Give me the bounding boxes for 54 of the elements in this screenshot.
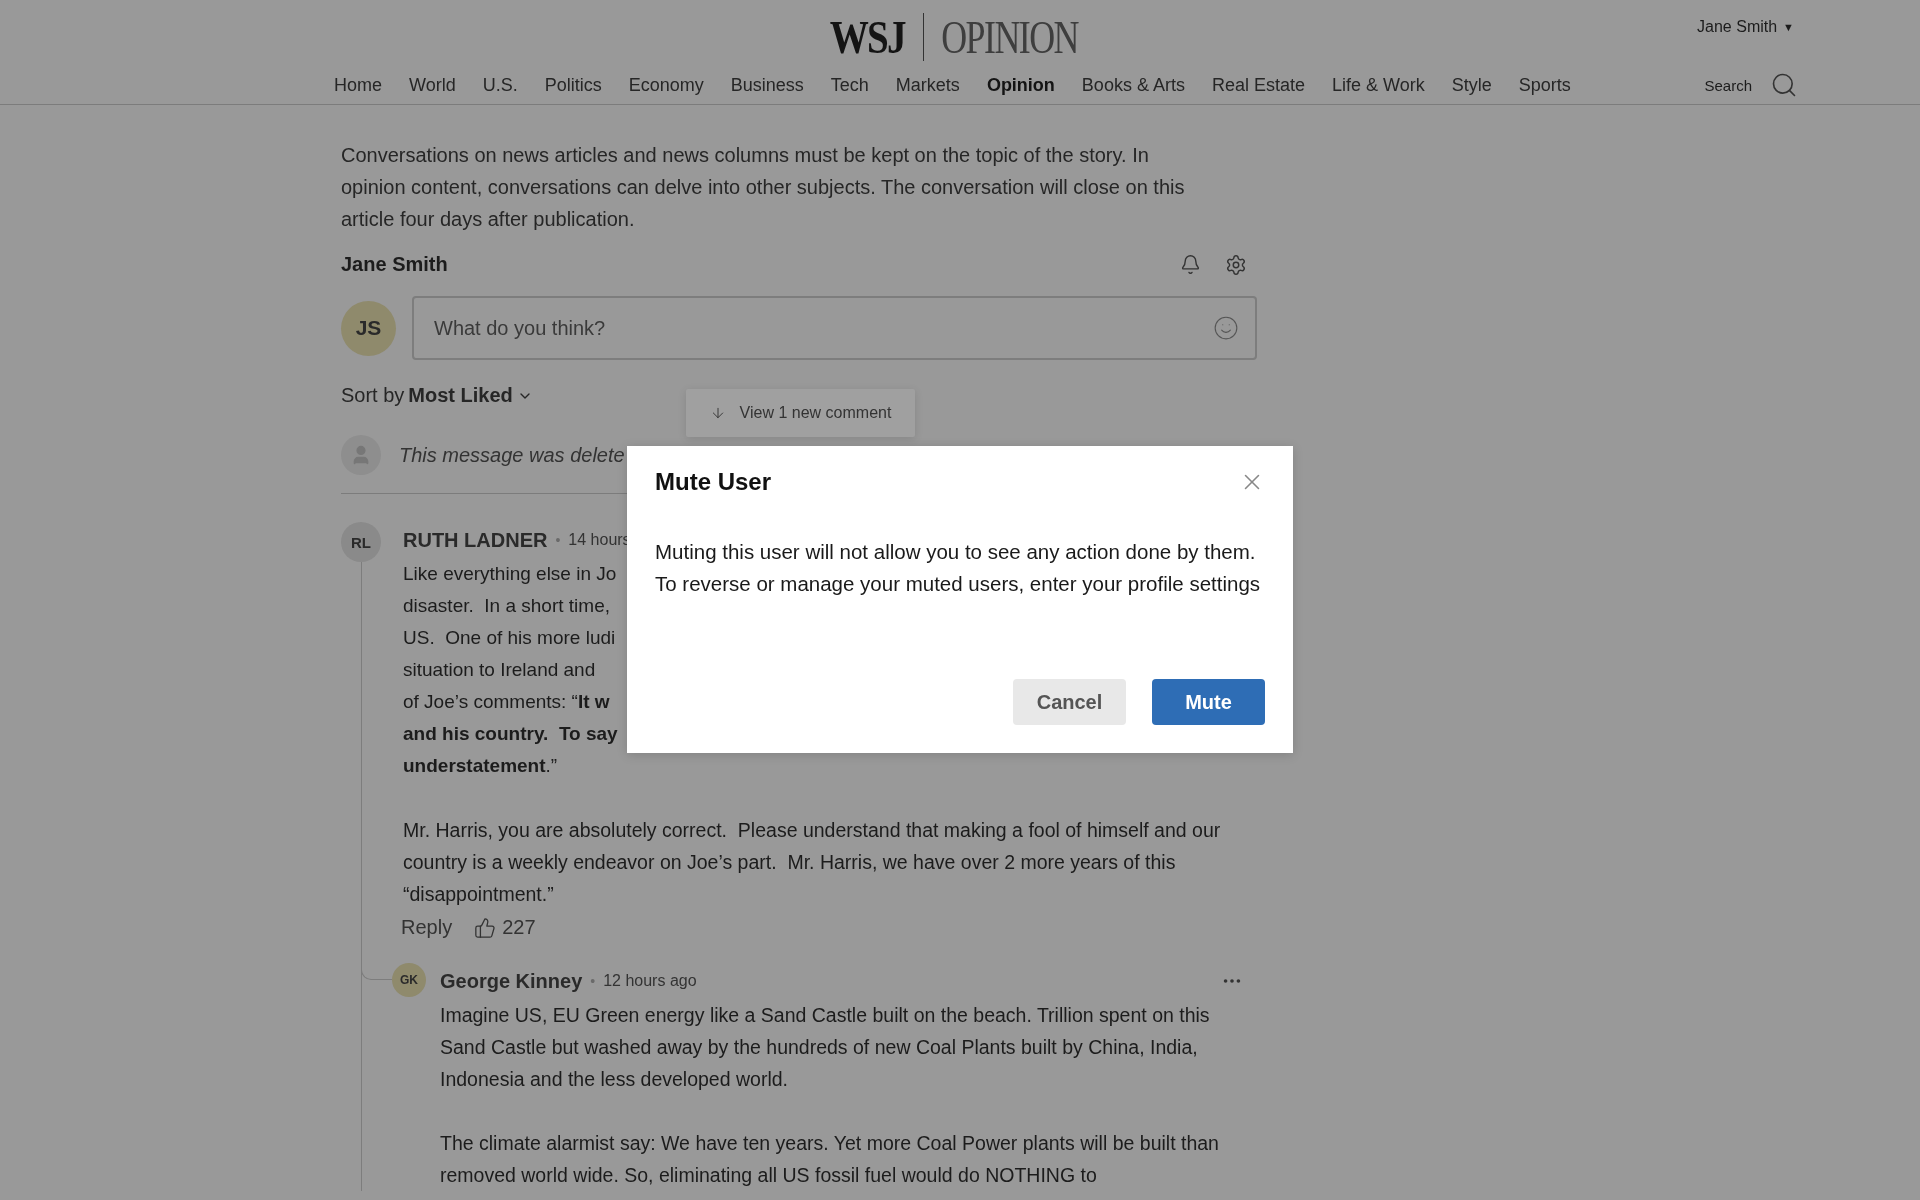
- nav-link[interactable]: Opinion: [986, 74, 1055, 96]
- nav-link[interactable]: Life & Work: [1331, 74, 1425, 96]
- nav-link[interactable]: World: [409, 74, 456, 96]
- nav-link[interactable]: Home: [334, 74, 382, 96]
- separator-dot: •: [555, 532, 561, 548]
- thumbs-up-icon: [474, 916, 497, 939]
- logo-section[interactable]: OPINION: [941, 10, 1079, 64]
- comment-text-line: disaster. In a short time,: [403, 594, 610, 618]
- new-comment-button[interactable]: View 1 new comment: [686, 389, 915, 437]
- dialog-title: Mute User: [655, 468, 772, 496]
- dialog-button[interactable]: Mute: [1152, 679, 1265, 725]
- nav-link[interactable]: Style: [1451, 74, 1492, 96]
- nav-link[interactable]: U.S.: [482, 74, 518, 96]
- nav-link[interactable]: Business: [730, 74, 804, 96]
- comment-time: 12 hours ago: [603, 972, 697, 990]
- commenter-avatar: GK: [392, 963, 426, 997]
- emoji-icon[interactable]: [1213, 315, 1239, 341]
- deleted-message: This message was delete: [399, 443, 625, 467]
- nav-link[interactable]: Politics: [544, 74, 602, 96]
- avatar-placeholder-icon: [341, 435, 381, 475]
- nav-link[interactable]: Economy: [628, 74, 704, 96]
- search-button[interactable]: Search: [1704, 76, 1752, 94]
- comment-text-line: of Joe’s comments: “It w: [403, 690, 610, 714]
- user-avatar: JS: [341, 300, 396, 356]
- nav-link[interactable]: Markets: [895, 74, 960, 96]
- nav-link[interactable]: Real Estate: [1211, 74, 1305, 96]
- comment-text: Imagine US, EU Green energy like a Sand Castle built on the beach. Trillion spent on this Sand Castle but washed away by the hundreds of new Coal Plants built by China, India, Indonesia and the less developed world.: [440, 1003, 1211, 1092]
- separator-dot: •: [590, 973, 596, 989]
- settings-icon[interactable]: [1225, 253, 1247, 276]
- comment-input-field[interactable]: What do you think?: [412, 296, 1257, 360]
- reply-button[interactable]: Reply: [401, 916, 453, 939]
- like-button[interactable]: 227: [474, 916, 536, 939]
- bell-icon[interactable]: [1180, 253, 1201, 276]
- conversation-notice: Conversations on news articles and news columns must be kept on the topic of the story. In opinion content, conversations can delve into other subjects. The conversation will close on this article four days after publication.: [341, 143, 1186, 232]
- comment-text-line: and his country. To say: [403, 722, 618, 746]
- user-menu[interactable]: Jane Smith ▼: [1695, 16, 1796, 38]
- commenter-avatar: RL: [341, 522, 381, 562]
- nav-link[interactable]: Tech: [830, 74, 869, 96]
- comment-text-line: US. One of his more ludi: [403, 626, 616, 650]
- logo-brand[interactable]: WSJ: [829, 10, 905, 64]
- comment-text: Mr. Harris, you are absolutely correct. Please understand that making a fool of himself and our country is a weekly endeavor on Joe’s part. Mr. Harris, we have over 2 more years of this “disappointment.”: [403, 818, 1222, 907]
- comment-text-line: understatement.”: [403, 754, 558, 778]
- comment-text: The climate alarmist say: We have ten years. Yet more Coal Power plants will be built than removed world wide. So, eliminating all US fossil fuel would do NOTHING to: [440, 1131, 1220, 1188]
- nav-link[interactable]: Books & Arts: [1081, 74, 1185, 96]
- dialog-button[interactable]: Cancel: [1013, 679, 1126, 725]
- commenter-name[interactable]: RUTH LADNER: [403, 528, 548, 552]
- nav-link[interactable]: Sports: [1518, 74, 1571, 96]
- comment-text-line: Like everything else in Jo: [403, 562, 617, 586]
- comment-text-line: situation to Ireland and: [403, 658, 596, 682]
- commenter-name[interactable]: George Kinney: [440, 969, 583, 993]
- user-name: Jane Smith: [341, 253, 448, 276]
- sort-dropdown[interactable]: Sort by Most Liked: [341, 384, 533, 407]
- search-icon[interactable]: [1770, 71, 1798, 99]
- dialog-message: Muting this user will not allow you to see any action done by them. To reverse or manage your muted users, enter your profile settings: [655, 539, 1262, 597]
